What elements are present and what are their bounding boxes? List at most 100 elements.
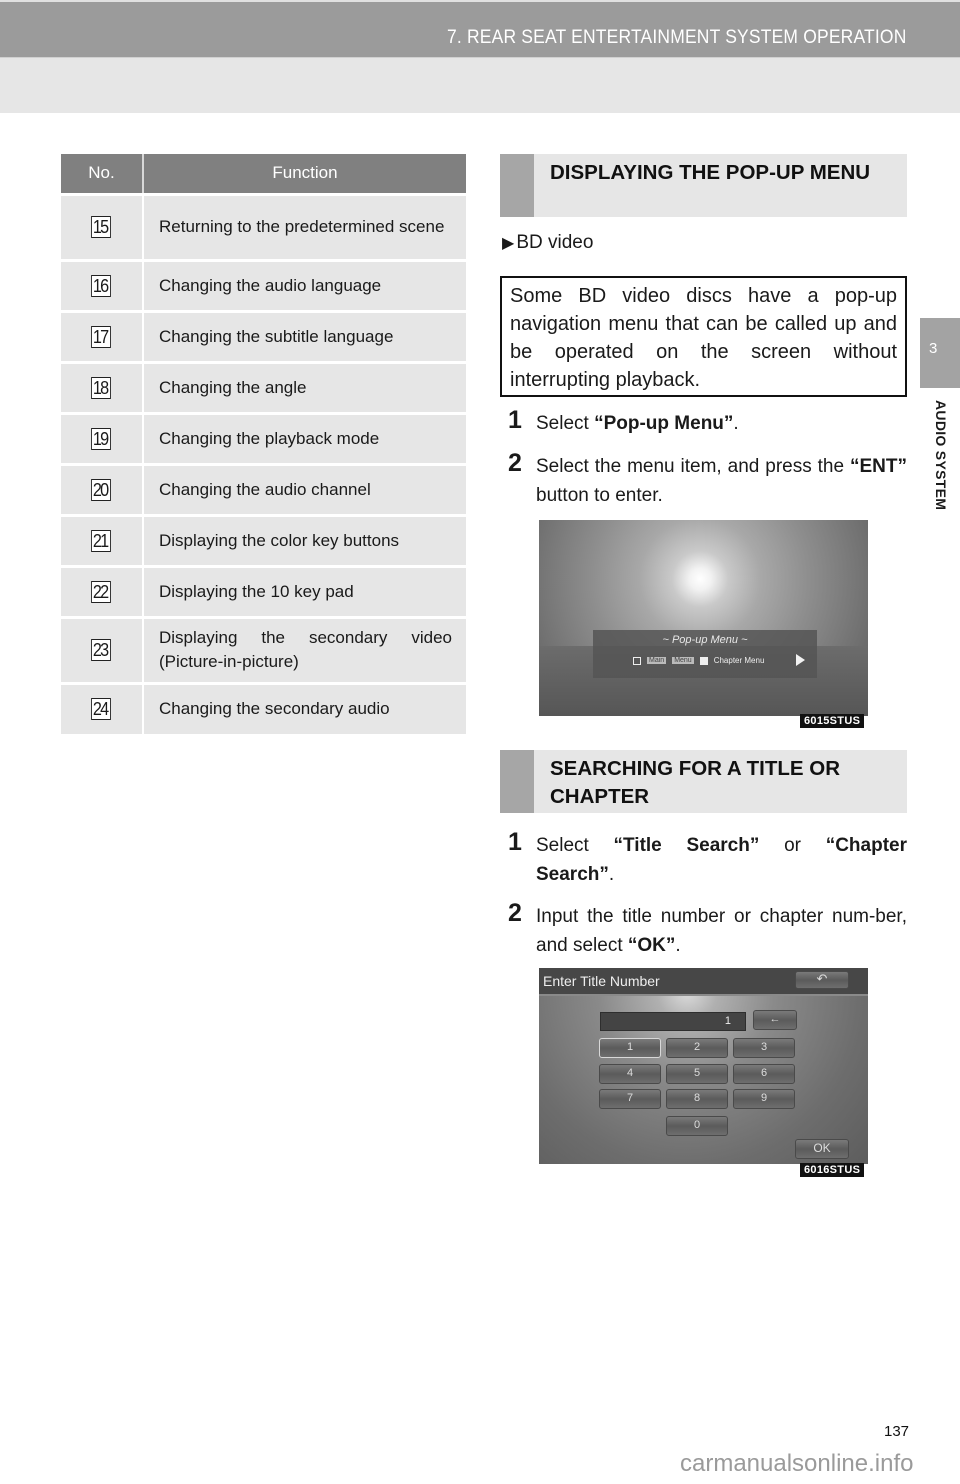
item-number: 17 xyxy=(91,325,112,348)
section-heading-search: SEARCHING FOR A TITLE OR CHAPTER xyxy=(500,750,907,813)
chapter-side-label-text: AUDIO SYSTEM xyxy=(933,400,949,511)
key-0[interactable]: 0 xyxy=(666,1116,728,1136)
table-row: 18 Changing the angle xyxy=(61,360,466,413)
step-text: . xyxy=(608,864,615,885)
item-function: Changing the audio language xyxy=(143,258,466,311)
step-text: button to enter. xyxy=(536,485,663,506)
table-row: 24 Changing the secondary audio xyxy=(61,681,466,734)
filled-square-icon xyxy=(699,656,708,665)
step-number: 2 xyxy=(508,899,522,927)
item-function: Changing the playback mode xyxy=(143,411,466,464)
screenshot-popup-menu: ~ Pop-up Menu ~ Main Menu Chapter Menu xyxy=(539,520,868,716)
step-1: 1 Select “Title Search” or “Chapter Sear… xyxy=(508,828,907,889)
table-row: 15 Returning to the predetermined scene xyxy=(61,192,466,260)
item-number: 18 xyxy=(91,376,112,399)
item-number: 22 xyxy=(91,580,112,603)
figure-code: 6015STUS xyxy=(800,714,865,728)
step-text: Select the menu item, and press the xyxy=(536,456,850,477)
step-emphasis: “OK” xyxy=(627,935,676,956)
screen-header: Enter Title Number ↶ xyxy=(539,968,868,996)
main-menu-button-b[interactable]: Menu xyxy=(672,657,694,664)
step-number: 2 xyxy=(508,449,522,477)
table-row: 19 Changing the playback mode xyxy=(61,411,466,464)
item-number: 24 xyxy=(91,698,112,721)
item-function: Changing the subtitle language xyxy=(143,309,466,362)
play-triangle-icon: ▶ xyxy=(502,235,515,252)
table-row: 16 Changing the audio language xyxy=(61,258,466,311)
return-arrow-icon: ↶ xyxy=(816,971,828,986)
key-1[interactable]: 1 xyxy=(599,1038,661,1058)
step-1: 1 Select “Pop-up Menu”. xyxy=(508,406,907,438)
item-function: Changing the secondary audio xyxy=(143,681,466,734)
header-subband xyxy=(0,57,960,113)
section-title: SEARCHING FOR A TITLE OR CHAPTER xyxy=(550,757,841,808)
step-emphasis: “Title Search” xyxy=(613,835,760,856)
table-row: 23 Displaying the secondary video (Pictu… xyxy=(61,615,466,683)
popup-menu-title: ~ Pop-up Menu ~ xyxy=(662,634,748,646)
bullet-text: BD video xyxy=(516,232,594,253)
chapter-tab-number: 3 xyxy=(929,340,938,357)
step-number: 1 xyxy=(508,406,522,434)
step-emphasis: “ENT” xyxy=(850,456,907,477)
main-menu-button-a[interactable]: Main xyxy=(647,657,667,664)
screen-title: Enter Title Number xyxy=(543,973,660,989)
chapter-tab[interactable] xyxy=(920,318,960,388)
item-function: Displaying the color key buttons xyxy=(143,513,466,566)
table-row: 17 Changing the subtitle language xyxy=(61,309,466,362)
back-button[interactable]: ↶ xyxy=(795,971,849,989)
table-row: 21 Displaying the color key buttons xyxy=(61,513,466,566)
item-number: 21 xyxy=(91,529,112,552)
key-7[interactable]: 7 xyxy=(599,1089,661,1109)
step-2: 2 Input the title number or chapter num-… xyxy=(508,899,907,960)
play-icon[interactable] xyxy=(796,654,805,666)
screenshot-enter-title-number: Enter Title Number ↶ 1 ← 1 2 3 4 5 6 7 8… xyxy=(539,968,868,1164)
delete-button[interactable]: ← xyxy=(753,1010,797,1030)
item-function: Changing the angle xyxy=(143,360,466,413)
bullet-bd-video: ▶ BD video xyxy=(502,232,593,254)
watermark[interactable]: carmanualsonline.info xyxy=(680,1450,913,1478)
info-note-box: Some BD video discs have a pop-up naviga… xyxy=(500,276,907,397)
step-2: 2 Select the menu item, and press the “E… xyxy=(508,449,907,510)
item-function: Displaying the secondary video (Picture-… xyxy=(143,615,466,683)
step-text: Select xyxy=(536,413,595,434)
item-number: 23 xyxy=(91,639,112,661)
chapter-side-label: AUDIO SYSTEM xyxy=(919,400,960,550)
item-number: 16 xyxy=(91,274,112,297)
backspace-arrow-icon: ← xyxy=(769,1013,781,1025)
step-emphasis: “Pop-up Menu” xyxy=(594,413,734,434)
page-number: 137 xyxy=(884,1423,910,1440)
table-header-row: No. Function xyxy=(61,154,466,194)
key-4[interactable]: 4 xyxy=(599,1064,661,1084)
step-text: Select xyxy=(536,835,614,856)
chapter-title: 7. REAR SEAT ENTERTAINMENT SYSTEM OPERAT… xyxy=(447,27,907,48)
function-table: No. Function 15 Returning to the predete… xyxy=(61,154,466,734)
key-5[interactable]: 5 xyxy=(666,1064,728,1084)
item-number: 19 xyxy=(91,427,112,450)
item-number: 15 xyxy=(91,216,112,238)
heading-accent-bar xyxy=(500,750,534,813)
step-text: . xyxy=(675,935,681,956)
column-header-function: Function xyxy=(143,154,466,194)
table-row: 22 Displaying the 10 key pad xyxy=(61,564,466,617)
figure-code: 6016STUS xyxy=(800,1163,865,1177)
column-header-no: No. xyxy=(61,154,144,194)
item-function: Changing the audio channel xyxy=(143,462,466,515)
popup-menu-row: Main Menu Chapter Menu xyxy=(633,656,764,665)
key-8[interactable]: 8 xyxy=(666,1089,728,1109)
section-title: DISPLAYING THE POP-UP MENU xyxy=(550,161,871,184)
key-6[interactable]: 6 xyxy=(733,1064,795,1084)
step-text: Input the title number or chapter num-be… xyxy=(536,906,907,956)
item-function: Displaying the 10 key pad xyxy=(143,564,466,617)
chapter-menu-item[interactable]: Chapter Menu xyxy=(714,656,765,665)
step-number: 1 xyxy=(508,828,522,856)
table-row: 20 Changing the audio channel xyxy=(61,462,466,515)
key-2[interactable]: 2 xyxy=(666,1038,728,1058)
checkbox-icon[interactable] xyxy=(633,656,641,665)
title-number-input[interactable]: 1 xyxy=(600,1012,746,1031)
header-bar: 7. REAR SEAT ENTERTAINMENT SYSTEM OPERAT… xyxy=(0,2,960,57)
section-heading-popup: DISPLAYING THE POP-UP MENU xyxy=(500,154,907,217)
key-9[interactable]: 9 xyxy=(733,1089,795,1109)
ok-button[interactable]: OK xyxy=(795,1139,849,1159)
popup-menu-panel: ~ Pop-up Menu ~ Main Menu Chapter Menu xyxy=(593,630,817,678)
key-3[interactable]: 3 xyxy=(733,1038,795,1058)
